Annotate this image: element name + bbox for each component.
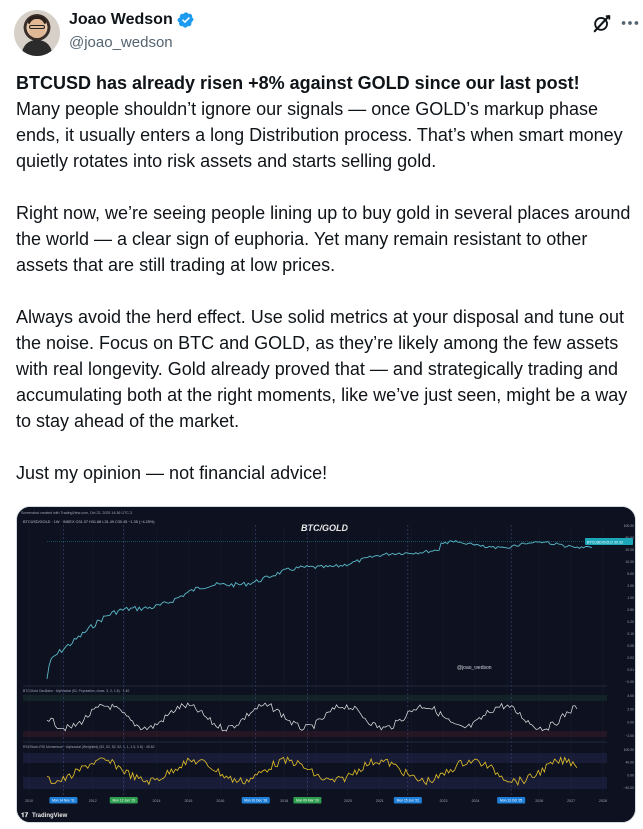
price-axis-label: 0.01 (627, 668, 634, 672)
year-tick-label: 2012 (89, 799, 97, 803)
osc1-axis-label: −2.00 (625, 734, 634, 738)
price-axis-label: 0.02 (627, 656, 634, 660)
more-icon[interactable] (618, 12, 642, 34)
price-axis-label: 0.05 (627, 644, 634, 648)
year-tick-label: 2010 (25, 799, 33, 803)
price-axis-label: 2.00 (627, 584, 634, 588)
tradingview-brand: TradingView (32, 813, 68, 819)
price-axis-label: 100.00 (624, 524, 634, 528)
display-name[interactable]: Joao Wedson (69, 11, 173, 29)
date-badge-label: Mon 09 Mar '20 (296, 799, 319, 803)
chart-title: BTC/GOLD (301, 523, 348, 533)
year-tick-label: 2014 (153, 799, 161, 803)
price-axis-label: 0.10 (627, 632, 634, 636)
oscillator-1-label: BTC/Gold Oscillator · Alphractal (52, Po… (23, 689, 129, 693)
price-tag: BTCUSD/GOLD 30.33 (587, 540, 623, 544)
osc2-axis-label: 100.00 (624, 748, 634, 752)
year-tick-label: 2021 (376, 799, 384, 803)
osc1-lower-band (23, 731, 607, 737)
osc1-axis-label: 2.00 (627, 707, 634, 711)
chart-watermark: @joao_wedson (457, 665, 492, 671)
osc2-axis-label: 0.00 (627, 773, 634, 777)
svg-text:𝟏𝟕: 𝟏𝟕 (21, 812, 29, 819)
price-axis-label: 1.00 (627, 596, 634, 600)
btc-gold-chart: Screenshot created with TradingView.com,… (17, 507, 635, 822)
author-handle[interactable]: @joao_wedson (69, 34, 173, 51)
tweet-header: Joao Wedson @joao_wedson (14, 10, 639, 56)
avatar[interactable] (14, 10, 60, 56)
osc1-axis-label: 4.00 (627, 694, 634, 698)
date-badge-label: Mon 12 Jan '15 (112, 799, 135, 803)
year-tick-label: 2016 (216, 799, 224, 803)
tweet-paragraph-2: Right now, we’re seeing people lining up… (16, 203, 631, 275)
osc2-axis-label: 40.00 (626, 761, 635, 765)
osc2-axis-label: −40.00 (624, 786, 635, 790)
tradingview-logo: 𝟏𝟕 TradingView (21, 812, 68, 819)
year-tick-label: 2026 (535, 799, 543, 803)
year-tick-label: 2023 (440, 799, 448, 803)
date-badge-label: Mon 10 Dec '18 (244, 799, 267, 803)
year-tick-label: 2018 (280, 799, 288, 803)
chart-header-text: Screenshot created with TradingView.com,… (21, 511, 132, 515)
year-tick-label: 2024 (471, 799, 479, 803)
year-tick-label: 2020 (344, 799, 352, 803)
tweet-headline: BTCUSD has already risen +8% against GOL… (16, 73, 580, 93)
year-tick-label: 2015 (184, 799, 192, 803)
date-badge-label: Mon 14 Nov '11 (52, 799, 75, 803)
author-name-row[interactable]: Joao Wedson (69, 11, 195, 29)
price-axis-label: 0.20 (627, 620, 634, 624)
price-axis-label: 20.00 (626, 548, 635, 552)
tweet-paragraph-4: Just my opinion — not financial advice! (16, 463, 328, 483)
tweet-paragraph-3: Always avoid the herd effect. Use solid … (16, 307, 628, 431)
grok-icon[interactable] (591, 12, 613, 34)
date-badge-label: Mon 15 Jun '22 (397, 799, 420, 803)
chart-image[interactable]: Screenshot created with TradingView.com,… (16, 506, 636, 823)
year-tick-label: 2027 (567, 799, 575, 803)
oscillator-2-label: RSI/Stoch-RSI Momentum · Alphractal (Wei… (23, 745, 155, 749)
tweet-text: BTCUSD has already risen +8% against GOL… (16, 70, 640, 512)
price-axis-label: −0.00 (625, 680, 634, 684)
price-axis-label: 0.50 (627, 608, 634, 612)
date-badge-label: Mon 13 Oct '25 (500, 799, 522, 803)
year-tick-label: 2028 (599, 799, 607, 803)
osc2-upper-band (23, 753, 607, 763)
osc1-upper-band (23, 695, 607, 701)
verified-badge-icon (177, 12, 194, 28)
chart-symbol-line: BTCUSD/GOLD · 1W · INDEX O31.37 H31.68 L… (23, 520, 155, 524)
price-axis-label: 10.00 (626, 560, 635, 564)
price-axis-label: 5.00 (627, 572, 634, 576)
osc1-axis-label: 0.00 (627, 721, 634, 725)
tweet-paragraph-1: Many people shouldn’t ignore our signals… (16, 99, 623, 171)
